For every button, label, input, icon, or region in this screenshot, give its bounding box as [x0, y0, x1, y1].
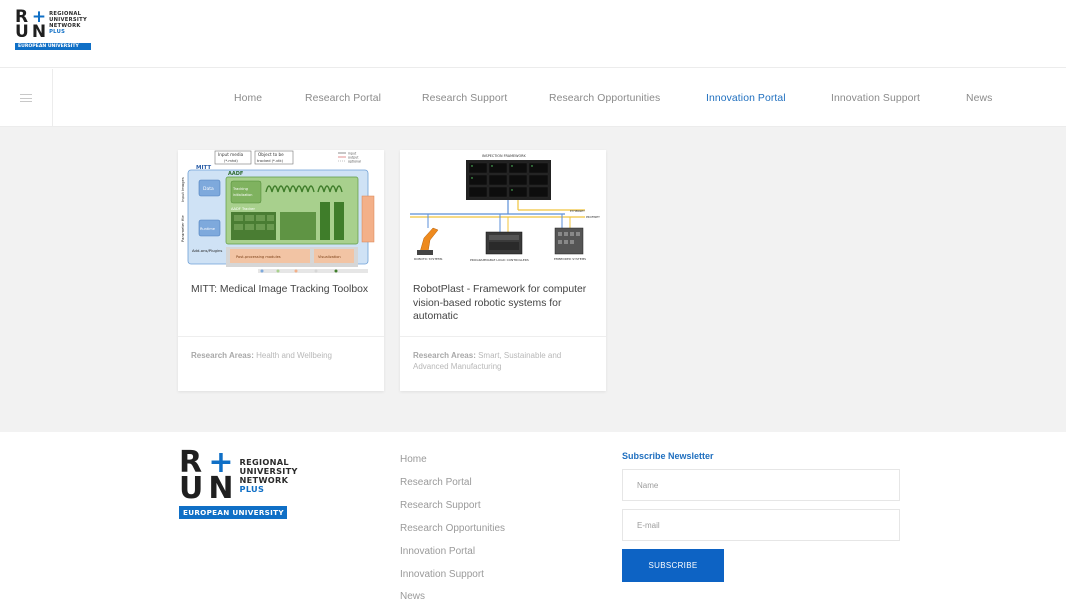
research-areas-label: Research Areas: [413, 351, 476, 360]
hamburger-icon [20, 94, 32, 102]
diagram-ethernet-label: ETHERNET [570, 209, 585, 213]
card-mitt[interactable]: Input media (*.mhd) Object to be tracked… [178, 150, 384, 391]
robotplast-system-diagram: INSPECTION FRAMEWORK ETHERNET PROFINET R… [400, 150, 606, 276]
diagram-runtime-block: Runtime [200, 227, 216, 231]
logo-wordmark: REGIONAL UNIVERSITY NETWORK PLUS [240, 458, 298, 494]
site-logo[interactable]: R + U N REGIONAL UNIVERSITY NETWORK PLUS… [15, 9, 91, 50]
diagram-robotic-label: ROBOTIC SYSTEMS [414, 257, 443, 261]
innovation-portal-grid: Input media (*.mhd) Object to be tracked… [0, 127, 1066, 432]
logo-letters: R + U N [15, 9, 47, 42]
diagram-profinet-label: PROFINET [586, 215, 600, 219]
diagram-initialization-block: initialization [233, 193, 252, 197]
research-areas-label: Research Areas: [191, 351, 254, 360]
logo-letters: R + U N [179, 448, 234, 506]
logo-mark: R + U N REGIONAL UNIVERSITY NETWORK PLUS [15, 9, 91, 42]
research-areas-value: Health and Wellbeing [256, 351, 332, 360]
logo-line-plus: PLUS [239, 484, 265, 494]
menu-toggle-button[interactable] [0, 69, 53, 127]
diagram-inspection-label: INSPECTION FRAMEWORK [482, 154, 527, 158]
logo-line-plus: PLUS [49, 29, 66, 35]
diagram-aadf-tracker: AADF Tracker [231, 207, 255, 211]
card-image-mitt-diagram: Input media (*.mhd) Object to be tracked… [178, 150, 384, 276]
diagram-embedded-label: EMBEDDED SYSTEMS [554, 257, 586, 261]
card-title[interactable]: MITT: Medical Image Tracking Toolbox [191, 283, 371, 297]
diagram-postproc-label: Post-processing modules [236, 255, 281, 259]
footer-logo[interactable]: R + U N REGIONAL UNIVERSITY NETWORK PLUS… [179, 448, 298, 519]
card-robotplast[interactable]: INSPECTION FRAMEWORK ETHERNET PROFINET R… [400, 150, 606, 391]
footer-link-innovation-support[interactable]: Innovation Support [400, 569, 484, 580]
diagram-legend-optional: optional [348, 160, 361, 164]
diagram-object: Object to be [258, 152, 284, 157]
diagram-parameter-file: Parameter file [180, 215, 185, 242]
logo-wordmark: REGIONAL UNIVERSITY NETWORK PLUS [49, 11, 87, 35]
nav-item-research-opportunities[interactable]: Research Opportunities [549, 93, 660, 104]
footer-link-research-support[interactable]: Research Support [400, 500, 481, 511]
diagram-addons-label: Add-ons/Plugins [192, 248, 222, 253]
logo-badge: EUROPEAN UNIVERSITY [15, 43, 91, 50]
diagram-data-block: Data [203, 186, 214, 192]
diagram-input-media-format: (*.mhd) [224, 159, 238, 163]
main-navigation: Home Research Portal Research Support Re… [0, 69, 1066, 127]
nav-item-news[interactable]: News [966, 93, 992, 104]
subscribe-button[interactable]: SUBSCRIBE [622, 549, 724, 582]
logo-letter-u: U [179, 471, 204, 506]
diagram-object-format: tracked (*.vtk) [257, 159, 284, 163]
diagram-visualization-label: Visualization [318, 255, 341, 259]
site-footer: R + U N REGIONAL UNIVERSITY NETWORK PLUS… [0, 432, 1066, 603]
newsletter-heading: Subscribe Newsletter [622, 451, 714, 461]
card-image-robotplast-diagram: INSPECTION FRAMEWORK ETHERNET PROFINET R… [400, 150, 606, 276]
footer-link-research-opportunities[interactable]: Research Opportunities [400, 523, 505, 534]
nav-item-research-support[interactable]: Research Support [422, 93, 507, 104]
nav-item-research-portal[interactable]: Research Portal [305, 93, 381, 104]
newsletter-email-input[interactable] [622, 509, 900, 541]
logo-badge: EUROPEAN UNIVERSITY [179, 506, 287, 519]
card-title[interactable]: RobotPlast - Framework for computer visi… [413, 283, 593, 324]
mitt-architecture-diagram: Input media (*.mhd) Object to be tracked… [178, 150, 384, 276]
nav-item-innovation-support[interactable]: Innovation Support [831, 93, 920, 104]
footer-link-home[interactable]: Home [400, 454, 427, 465]
diagram-tracking-block: Tracking [232, 187, 248, 191]
card-research-areas: Research Areas: Smart, Sustainable and A… [413, 350, 595, 372]
card-divider [400, 336, 606, 337]
logo-letter-n: N [31, 22, 47, 42]
newsletter-name-input[interactable] [622, 469, 900, 501]
logo-letter-n: N [208, 471, 234, 506]
card-divider [178, 336, 384, 337]
nav-item-home[interactable]: Home [234, 93, 262, 104]
header-logo-bar: R + U N REGIONAL UNIVERSITY NETWORK PLUS… [0, 0, 1066, 68]
card-research-areas: Research Areas: Health and Wellbeing [191, 350, 373, 361]
diagram-input-images: Input images [180, 177, 185, 202]
diagram-plc-label: PROGRAMMABLE LOGIC CONTROLLERS [470, 258, 529, 262]
footer-link-news[interactable]: News [400, 591, 425, 602]
diagram-input-media: Input media [218, 152, 244, 157]
logo-letter-u: U [15, 22, 29, 42]
diagram-aadf-label: AADF [228, 171, 243, 177]
footer-link-research-portal[interactable]: Research Portal [400, 477, 472, 488]
logo-mark: R + U N REGIONAL UNIVERSITY NETWORK PLUS [179, 448, 298, 506]
footer-link-innovation-portal[interactable]: Innovation Portal [400, 546, 475, 557]
nav-item-innovation-portal[interactable]: Innovation Portal [706, 93, 786, 104]
